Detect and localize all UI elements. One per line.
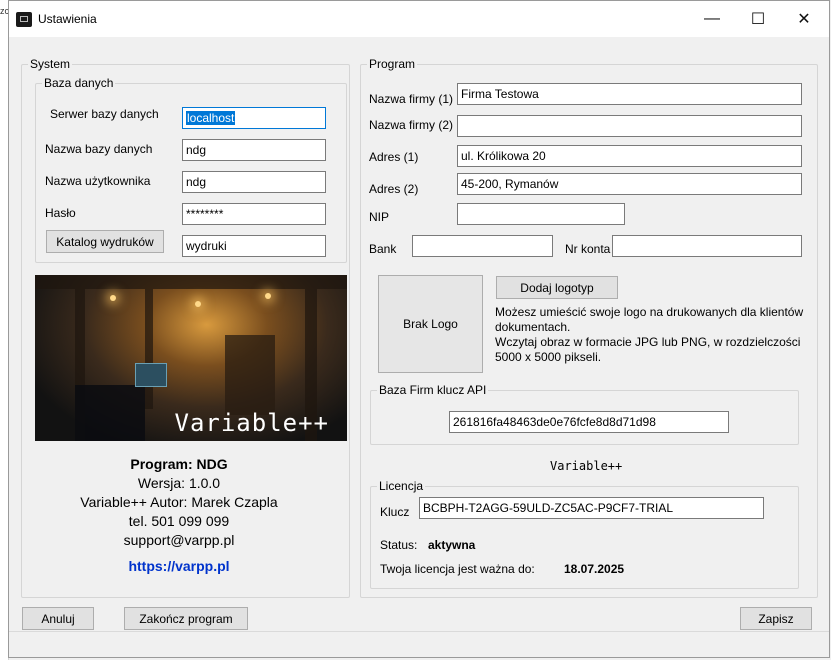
maximize-button[interactable]: ☐ [735,1,781,37]
address1-input[interactable]: ul. Królikowa 20 [457,145,802,167]
prints-directory-button[interactable]: Katalog wydruków [46,230,164,253]
banner-brand-text: Variable++ [174,409,329,437]
address2-label: Adres (2) [369,182,419,196]
logo-preview[interactable]: Brak Logo [378,275,483,373]
company2-input[interactable] [457,115,802,137]
server-input-value: localhost [186,111,236,125]
nip-label: NIP [369,210,390,224]
api-key-input[interactable]: 261816fa48463de0e76fcfe8d8d71d98 [449,411,729,433]
app-icon [16,12,32,27]
license-group-label: Licencja [377,479,426,493]
bank-label: Bank [369,242,397,256]
system-group-label: System [28,57,73,71]
database-group-label: Baza danych [42,76,116,90]
license-key-label: Klucz [380,505,410,519]
api-group-label: Baza Firm klucz API [377,383,489,397]
program-group-label: Program [367,57,418,71]
background-app-text: zc [0,6,8,16]
status-value: aktywna [428,538,476,552]
license-valid-date: 18.07.2025 [564,562,625,576]
license-key-input[interactable]: BCBPH-T2AGG-59ULD-ZC5AC-P9CF7-TRIAL [419,497,764,519]
company1-input[interactable]: Firma Testowa [457,83,802,105]
user-label: Nazwa użytkownika [45,174,151,188]
dbname-label: Nazwa bazy danych [45,142,153,156]
password-input[interactable]: ******** [182,203,326,225]
window-title: Ustawienia [38,12,97,26]
logo-description: Możesz umieścić swoje logo na drukowanyc… [495,305,805,365]
add-logo-button[interactable]: Dodaj logotyp [496,276,618,299]
server-input[interactable]: localhost [182,107,326,129]
bank-input[interactable] [412,235,553,257]
about-version: Wersja: 1.0.0 [137,475,221,491]
maximize-icon: ☐ [750,11,766,28]
about-phone: tel. 501 099 099 [128,513,230,529]
about-author: Variable++ Autor: Marek Czapla [80,494,278,510]
password-label: Hasło [45,206,76,220]
user-input[interactable]: ndg [182,171,326,193]
address1-label: Adres (1) [369,150,419,164]
save-button[interactable]: Zapisz [740,607,812,630]
exit-program-button[interactable]: Zakończ program [124,607,248,630]
banner-image: Variable++ [35,275,347,441]
license-valid-label: Twoja licencja jest ważna do: [380,562,535,576]
minimize-icon: — [704,10,720,27]
logo-description-line1: Możesz umieścić swoje logo na drukowanyc… [495,305,804,334]
server-label: Serwer bazy danych [50,107,159,121]
logo-description-line2: Wczytaj obraz w formacie JPG lub PNG, w … [495,335,801,364]
dbname-input[interactable]: ndg [182,139,326,161]
minimize-button[interactable]: — [689,1,735,37]
close-button[interactable]: ✕ [781,1,827,37]
status-bar-divider [9,631,829,632]
about-website-link[interactable]: https://varpp.pl [22,558,336,574]
brand-text: Variable++ [550,459,623,473]
company2-label: Nazwa firmy (2) [369,118,454,132]
about-program: Program: NDG [130,456,228,472]
account-label: Nr konta [565,242,611,256]
title-bar: Ustawienia — ☐ ✕ [9,1,829,37]
prints-directory-input[interactable]: wydruki [182,235,326,257]
address2-input[interactable]: 45-200, Rymanów [457,173,802,195]
status-label: Status: [380,538,418,552]
cancel-button[interactable]: Anuluj [22,607,94,630]
settings-window: Ustawienia — ☐ ✕ System Baza danych Serw… [8,0,830,658]
close-icon: ✕ [797,11,811,28]
account-input[interactable] [612,235,802,257]
company1-label: Nazwa firmy (1) [369,92,454,106]
nip-input[interactable] [457,203,625,225]
about-email: support@varpp.pl [123,532,235,548]
